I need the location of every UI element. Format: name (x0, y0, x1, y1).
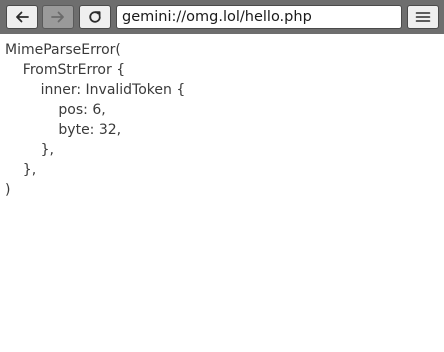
reload-button[interactable] (79, 5, 111, 29)
hamburger-menu-icon (415, 12, 431, 22)
back-button[interactable] (6, 5, 38, 29)
error-line: }, (5, 142, 54, 158)
forward-button[interactable] (42, 5, 74, 29)
reload-icon (89, 11, 101, 23)
error-line: }, (5, 162, 37, 178)
error-line: ) (5, 182, 11, 198)
page-content: MimeParseError( FromStrError { inner: In… (0, 34, 444, 352)
error-line: byte: 32, (5, 122, 122, 138)
arrow-left-icon (16, 11, 29, 23)
address-bar[interactable]: gemini://omg.lol/hello.php (116, 5, 402, 29)
error-line: inner: InvalidToken { (5, 82, 186, 98)
arrow-right-icon (51, 11, 64, 23)
browser-window: gemini://omg.lol/hello.php MimeParseErro… (0, 0, 444, 352)
error-line: pos: 6, (5, 102, 106, 118)
error-line: MimeParseError( (5, 42, 121, 58)
menu-button[interactable] (407, 5, 439, 29)
toolbar: gemini://omg.lol/hello.php (0, 0, 444, 34)
error-line: FromStrError { (5, 62, 126, 78)
